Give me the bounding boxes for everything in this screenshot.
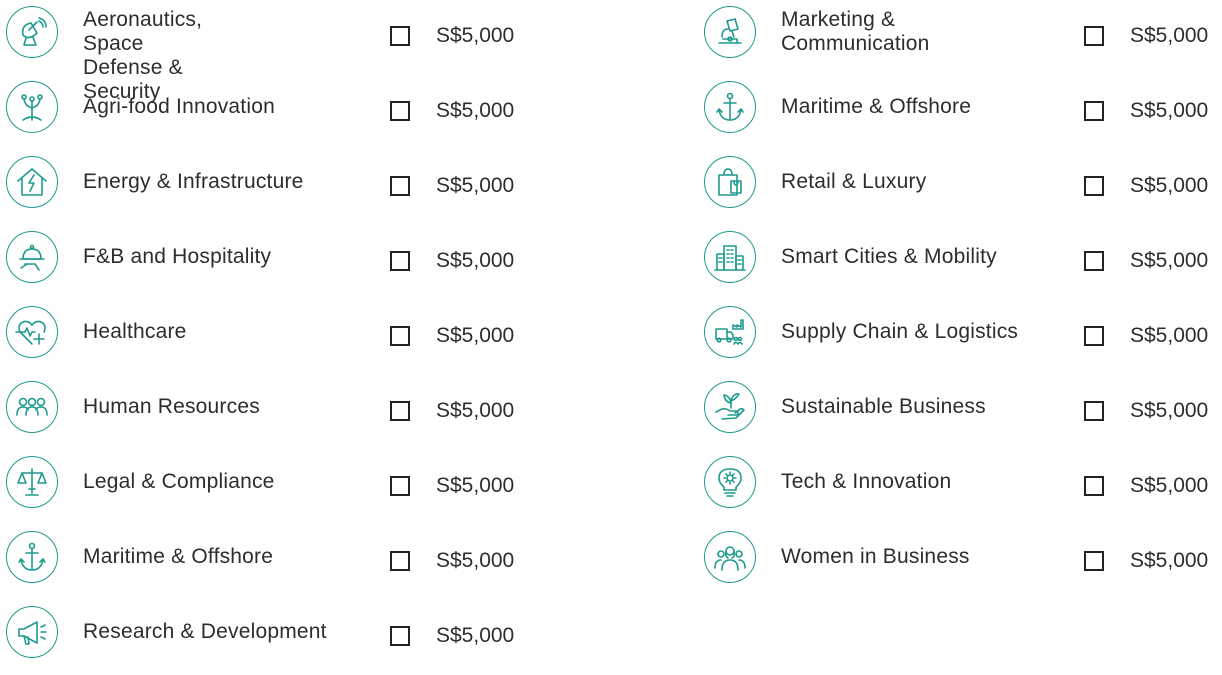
sector-label: Smart Cities & Mobility [781,245,997,268]
sector-label: Supply Chain & Logistics [781,320,1019,343]
cloche-icon [6,231,58,283]
sector-price: S$5,000 [436,324,515,347]
sector-label: Women in Business [781,545,970,568]
sector-price: S$5,000 [436,174,515,197]
sector-label: Human Resources [83,395,260,418]
sector-checkbox[interactable] [390,326,410,346]
sector-checkbox[interactable] [1084,251,1104,271]
sector-price: S$5,000 [436,474,515,497]
microscope-icon [704,6,756,58]
sector-checkbox[interactable] [1084,401,1104,421]
sector-label: Tech & Innovation [781,470,952,493]
sector-price: S$5,000 [436,24,515,47]
city-building-icon [704,231,756,283]
people-group-icon [6,381,58,433]
shopping-bag-icon [704,156,756,208]
sector-price: S$5,000 [1130,99,1209,122]
anchor-icon [6,531,58,583]
sector-price: S$5,000 [1130,324,1209,347]
satellite-dish-icon [6,6,58,58]
sector-checkbox[interactable] [390,101,410,121]
sector-label: Legal & Compliance [83,470,275,493]
sector-price: S$5,000 [1130,24,1209,47]
sector-checkbox[interactable] [1084,551,1104,571]
sector-price: S$5,000 [436,549,515,572]
sector-checkbox[interactable] [1084,101,1104,121]
sector-price: S$5,000 [1130,549,1209,572]
sector-label: F&B and Hospitality [83,245,272,268]
sector-price: S$5,000 [436,624,515,647]
house-lightning-icon [6,156,58,208]
sector-checkbox[interactable] [390,476,410,496]
sector-price: S$5,000 [1130,474,1209,497]
scales-icon [6,456,58,508]
women-group-icon [704,531,756,583]
sector-label: Marketing & Communication [781,8,930,55]
sector-label: Healthcare [83,320,187,343]
sector-price: S$5,000 [436,99,515,122]
sprout-icon [6,81,58,133]
sector-checkbox[interactable] [390,26,410,46]
sector-label: Energy & Infrastructure [83,170,304,193]
sector-label: Sustainable Business [781,395,986,418]
sector-price: S$5,000 [436,249,515,272]
sector-checkbox[interactable] [1084,326,1104,346]
lightbulb-gear-icon [704,456,756,508]
sector-price: S$5,000 [1130,249,1209,272]
sector-price: S$5,000 [436,399,515,422]
sector-label: Aeronautics, Space Defense & Security [83,8,203,103]
heart-pulse-icon [6,306,58,358]
sector-label: Retail & Luxury [781,170,927,193]
sector-price: S$5,000 [1130,174,1209,197]
sector-label: Maritime & Offshore [83,545,274,568]
sector-checkbox[interactable] [390,401,410,421]
sector-checkbox[interactable] [1084,176,1104,196]
sector-checkbox[interactable] [390,251,410,271]
megaphone-icon [6,606,58,658]
sector-label: Research & Development [83,620,327,643]
hand-plant-icon [704,381,756,433]
sector-checkbox[interactable] [1084,26,1104,46]
sector-price: S$5,000 [1130,399,1209,422]
sector-label: Agri-food Innovation [83,95,275,118]
sector-checkbox[interactable] [390,626,410,646]
sector-label: Maritime & Offshore [781,95,972,118]
sector-checkbox[interactable] [390,176,410,196]
anchor-icon [704,81,756,133]
truck-factory-icon [704,306,756,358]
sector-checkbox[interactable] [390,551,410,571]
sector-checkbox[interactable] [1084,476,1104,496]
